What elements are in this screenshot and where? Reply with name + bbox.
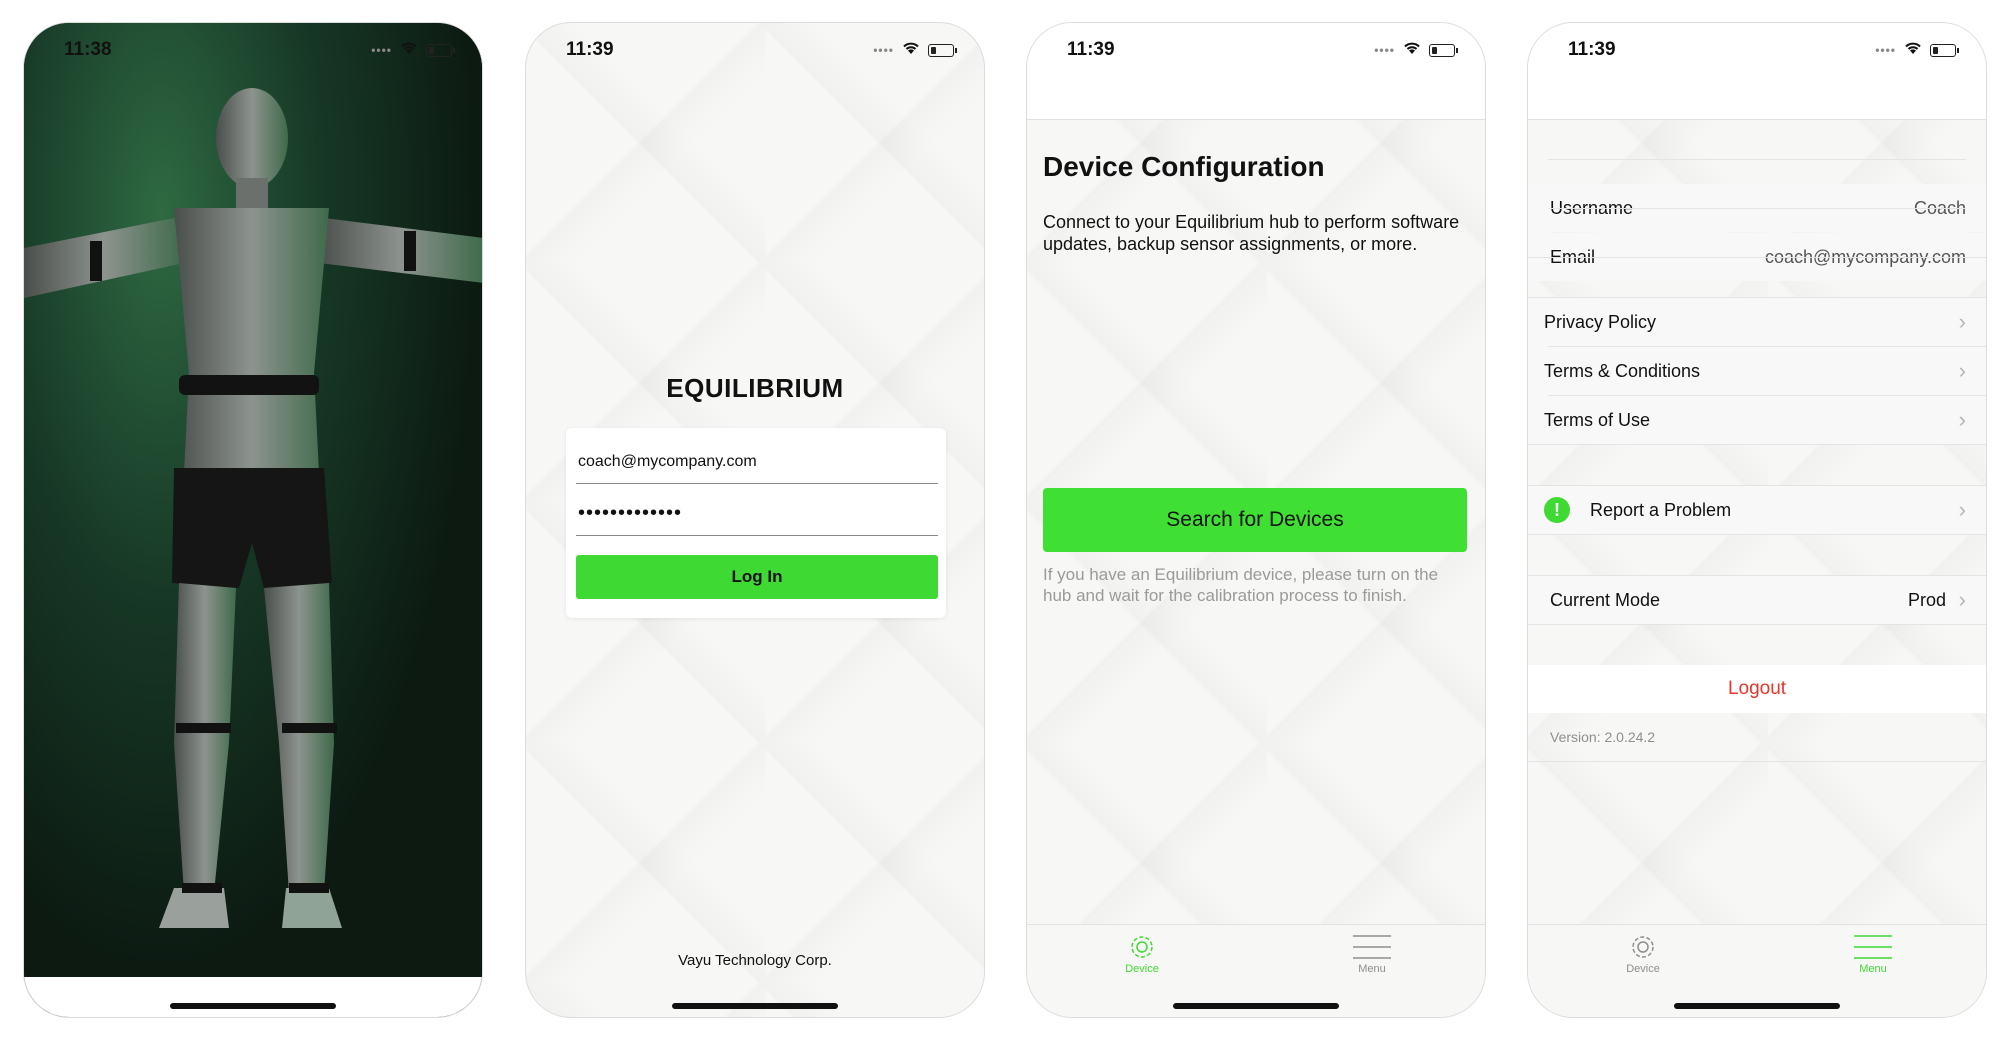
terms-conditions-row[interactable]: Terms & Conditions ›: [1528, 347, 1986, 395]
current-mode-row[interactable]: Current Mode Prod ›: [1528, 576, 1986, 624]
battery-icon: [1429, 43, 1458, 57]
wifi-icon: [902, 39, 920, 61]
menu-icon: [1758, 931, 1986, 963]
divider: [1528, 534, 1986, 535]
company-name: Vayu Technology Corp.: [678, 952, 832, 969]
bottom-bar: [24, 977, 482, 1017]
status-bar: 11:39 ••••: [1067, 35, 1458, 65]
home-indicator[interactable]: [170, 1003, 336, 1009]
gear-icon: [1528, 931, 1758, 963]
chevron-right-icon: ›: [1958, 358, 1966, 383]
chevron-right-icon: ›: [1958, 497, 1966, 522]
version-text: Version: 2.0.24.2: [1550, 729, 1656, 745]
warning-icon: !: [1544, 497, 1570, 523]
divider: [1548, 159, 1966, 160]
search-devices-button[interactable]: Search for Devices: [1043, 488, 1467, 552]
tab-menu[interactable]: Menu: [1758, 931, 1986, 975]
phone-device-config-screen: 11:39 •••• Device Configuration Connect …: [1026, 22, 1486, 1018]
login-card: coach@mycompany.com ••••••••••••• Log In: [566, 428, 946, 618]
status-bar: 11:39 ••••: [1568, 35, 1959, 65]
phone-menu-screen: 11:39 •••• Username Coach Email coach@my…: [1527, 22, 1987, 1018]
divider: [1528, 761, 1986, 762]
signal-icon: ••••: [371, 43, 392, 57]
wifi-icon: [1904, 39, 1922, 61]
tab-menu[interactable]: Menu: [1257, 931, 1485, 975]
battery-icon: [426, 43, 455, 57]
page-description: Connect to your Equilibrium hub to perfo…: [1043, 212, 1460, 254]
tab-label: Menu: [1358, 963, 1386, 975]
divider: [1528, 624, 1986, 625]
home-indicator[interactable]: [672, 1003, 838, 1009]
tab-label: Menu: [1859, 963, 1887, 975]
signal-icon: ••••: [1374, 43, 1395, 57]
chevron-right-icon: ›: [1958, 407, 1966, 432]
status-bar: 11:39 ••••: [566, 35, 957, 65]
password-field[interactable]: •••••••••••••: [576, 492, 938, 536]
current-mode-value: Prod: [1907, 589, 1946, 610]
phone-login-screen: 11:39 •••• EQUILIBRIUM coach@mycompany.c…: [525, 22, 985, 1018]
app-title: EQUILIBRIUM: [666, 373, 844, 403]
page-title: Device Configuration: [1043, 151, 1325, 182]
terms-of-use-label: Terms of Use: [1544, 409, 1651, 430]
terms-conditions-label: Terms & Conditions: [1544, 360, 1701, 381]
status-time: 11:39: [1568, 39, 1616, 60]
email-field[interactable]: coach@mycompany.com: [576, 440, 938, 484]
wifi-icon: [1403, 39, 1421, 61]
chevron-right-icon: ›: [1958, 587, 1966, 612]
terms-of-use-row[interactable]: Terms of Use ›: [1528, 396, 1986, 444]
divider: [1548, 208, 1966, 209]
tab-label: Device: [1125, 963, 1159, 975]
battery-icon: [1930, 43, 1959, 57]
privacy-policy-row[interactable]: Privacy Policy ›: [1528, 298, 1986, 346]
status-bar: 11:38 ••••: [64, 35, 455, 65]
logout-button[interactable]: Logout: [1528, 665, 1986, 713]
privacy-policy-label: Privacy Policy: [1544, 311, 1657, 332]
signal-icon: ••••: [873, 43, 894, 57]
login-button[interactable]: Log In: [576, 555, 938, 599]
home-indicator[interactable]: [1674, 1003, 1840, 1009]
gear-icon: [1027, 931, 1257, 963]
status-time: 11:39: [566, 39, 614, 60]
signal-icon: ••••: [1875, 43, 1896, 57]
tab-device[interactable]: Device: [1027, 931, 1257, 975]
report-problem-row[interactable]: ! Report a Problem ›: [1528, 486, 1986, 534]
body-model-figure: [24, 88, 482, 928]
chevron-right-icon: ›: [1958, 309, 1966, 334]
status-time: 11:38: [64, 39, 112, 60]
current-mode-label: Current Mode: [1550, 589, 1661, 610]
hint-text: If you have an Equilibrium device, pleas…: [1043, 565, 1439, 605]
tab-label: Device: [1626, 963, 1660, 975]
divider: [1528, 257, 1986, 258]
divider: [1528, 444, 1986, 445]
status-time: 11:39: [1067, 39, 1115, 60]
body-model-image: [24, 23, 482, 979]
phone-splash-screen: 11:38 ••••: [23, 22, 483, 1018]
report-problem-label: Report a Problem: [1590, 499, 1732, 520]
battery-icon: [928, 43, 957, 57]
home-indicator[interactable]: [1173, 1003, 1339, 1009]
wifi-icon: [400, 39, 418, 61]
tab-device[interactable]: Device: [1528, 931, 1758, 975]
menu-icon: [1257, 931, 1485, 963]
